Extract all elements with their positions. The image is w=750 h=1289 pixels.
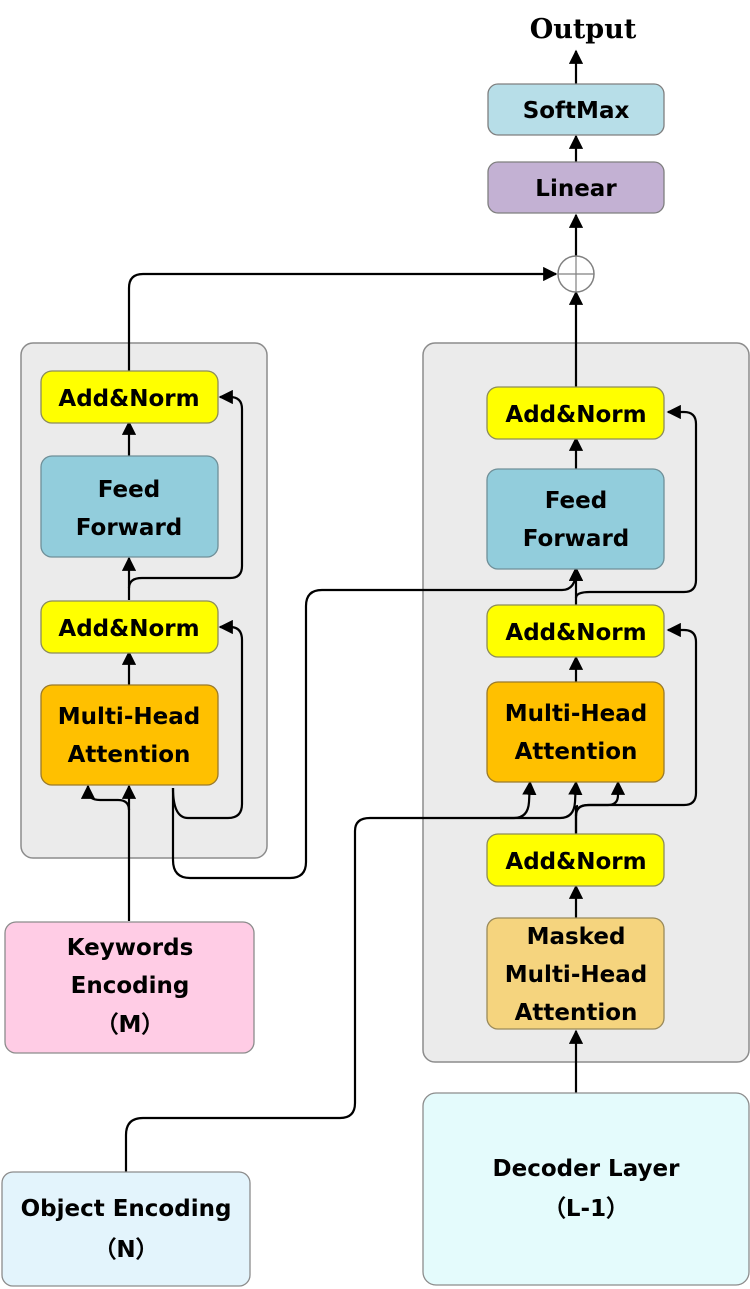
svg-text:Multi-Head: Multi-Head bbox=[505, 701, 647, 727]
svg-text:Add&Norm: Add&Norm bbox=[58, 616, 199, 642]
decoder-multi-head-attention: Multi-Head Attention bbox=[486, 681, 665, 783]
architecture-diagram: Output SoftMax Linear Add&Norm Feed Forw… bbox=[1, 14, 750, 1287]
svg-text:Forward: Forward bbox=[523, 526, 630, 552]
svg-text:Multi-Head: Multi-Head bbox=[58, 704, 200, 730]
keywords-encoding-box: Keywords Encoding （M） bbox=[4, 921, 255, 1054]
svg-text:（L-1）: （L-1） bbox=[543, 1195, 629, 1222]
decoder-add-norm-top: Add&Norm bbox=[486, 386, 665, 440]
svg-text:Add&Norm: Add&Norm bbox=[505, 402, 646, 428]
decoder-feed-forward: Feed Forward bbox=[486, 468, 665, 570]
svg-text:Add&Norm: Add&Norm bbox=[505, 849, 646, 875]
svg-text:Add&Norm: Add&Norm bbox=[505, 620, 646, 646]
softmax-box: SoftMax bbox=[487, 83, 665, 136]
svg-text:Object Encoding: Object Encoding bbox=[21, 1196, 232, 1222]
decoder-masked-attention: Masked Multi-Head Attention bbox=[486, 917, 665, 1030]
svg-text:（N）: （N） bbox=[93, 1236, 158, 1263]
svg-text:Linear: Linear bbox=[535, 176, 617, 202]
decoder-layer-box: Decoder Layer （L-1） bbox=[422, 1092, 750, 1286]
encoder-multi-head-attention: Multi-Head Attention bbox=[40, 684, 219, 786]
decoder-add-norm-bottom: Add&Norm bbox=[486, 833, 665, 887]
linear-box: Linear bbox=[487, 161, 665, 214]
svg-text:（M）: （M） bbox=[96, 1011, 165, 1038]
svg-text:Add&Norm: Add&Norm bbox=[58, 386, 199, 412]
svg-text:SoftMax: SoftMax bbox=[523, 98, 630, 124]
decoder-add-norm-middle: Add&Norm bbox=[486, 604, 665, 658]
svg-text:Keywords: Keywords bbox=[67, 935, 194, 961]
svg-text:Attention: Attention bbox=[515, 739, 638, 765]
sum-node bbox=[557, 255, 595, 293]
svg-text:Attention: Attention bbox=[68, 742, 191, 768]
svg-text:Encoding: Encoding bbox=[71, 973, 190, 999]
svg-text:Multi-Head: Multi-Head bbox=[505, 962, 647, 988]
encoder-feed-forward: Feed Forward bbox=[40, 455, 219, 558]
svg-text:Forward: Forward bbox=[76, 515, 183, 541]
encoder-add-norm-top: Add&Norm bbox=[40, 370, 219, 424]
object-encoding-box: Object Encoding （N） bbox=[1, 1171, 251, 1287]
svg-text:Masked: Masked bbox=[527, 924, 626, 950]
encoder-add-norm-bottom: Add&Norm bbox=[40, 600, 219, 654]
svg-text:Feed: Feed bbox=[98, 477, 160, 503]
svg-text:Feed: Feed bbox=[545, 488, 607, 514]
output-label: Output bbox=[530, 14, 637, 45]
svg-text:Decoder Layer: Decoder Layer bbox=[493, 1156, 681, 1182]
svg-text:Attention: Attention bbox=[515, 1000, 638, 1026]
